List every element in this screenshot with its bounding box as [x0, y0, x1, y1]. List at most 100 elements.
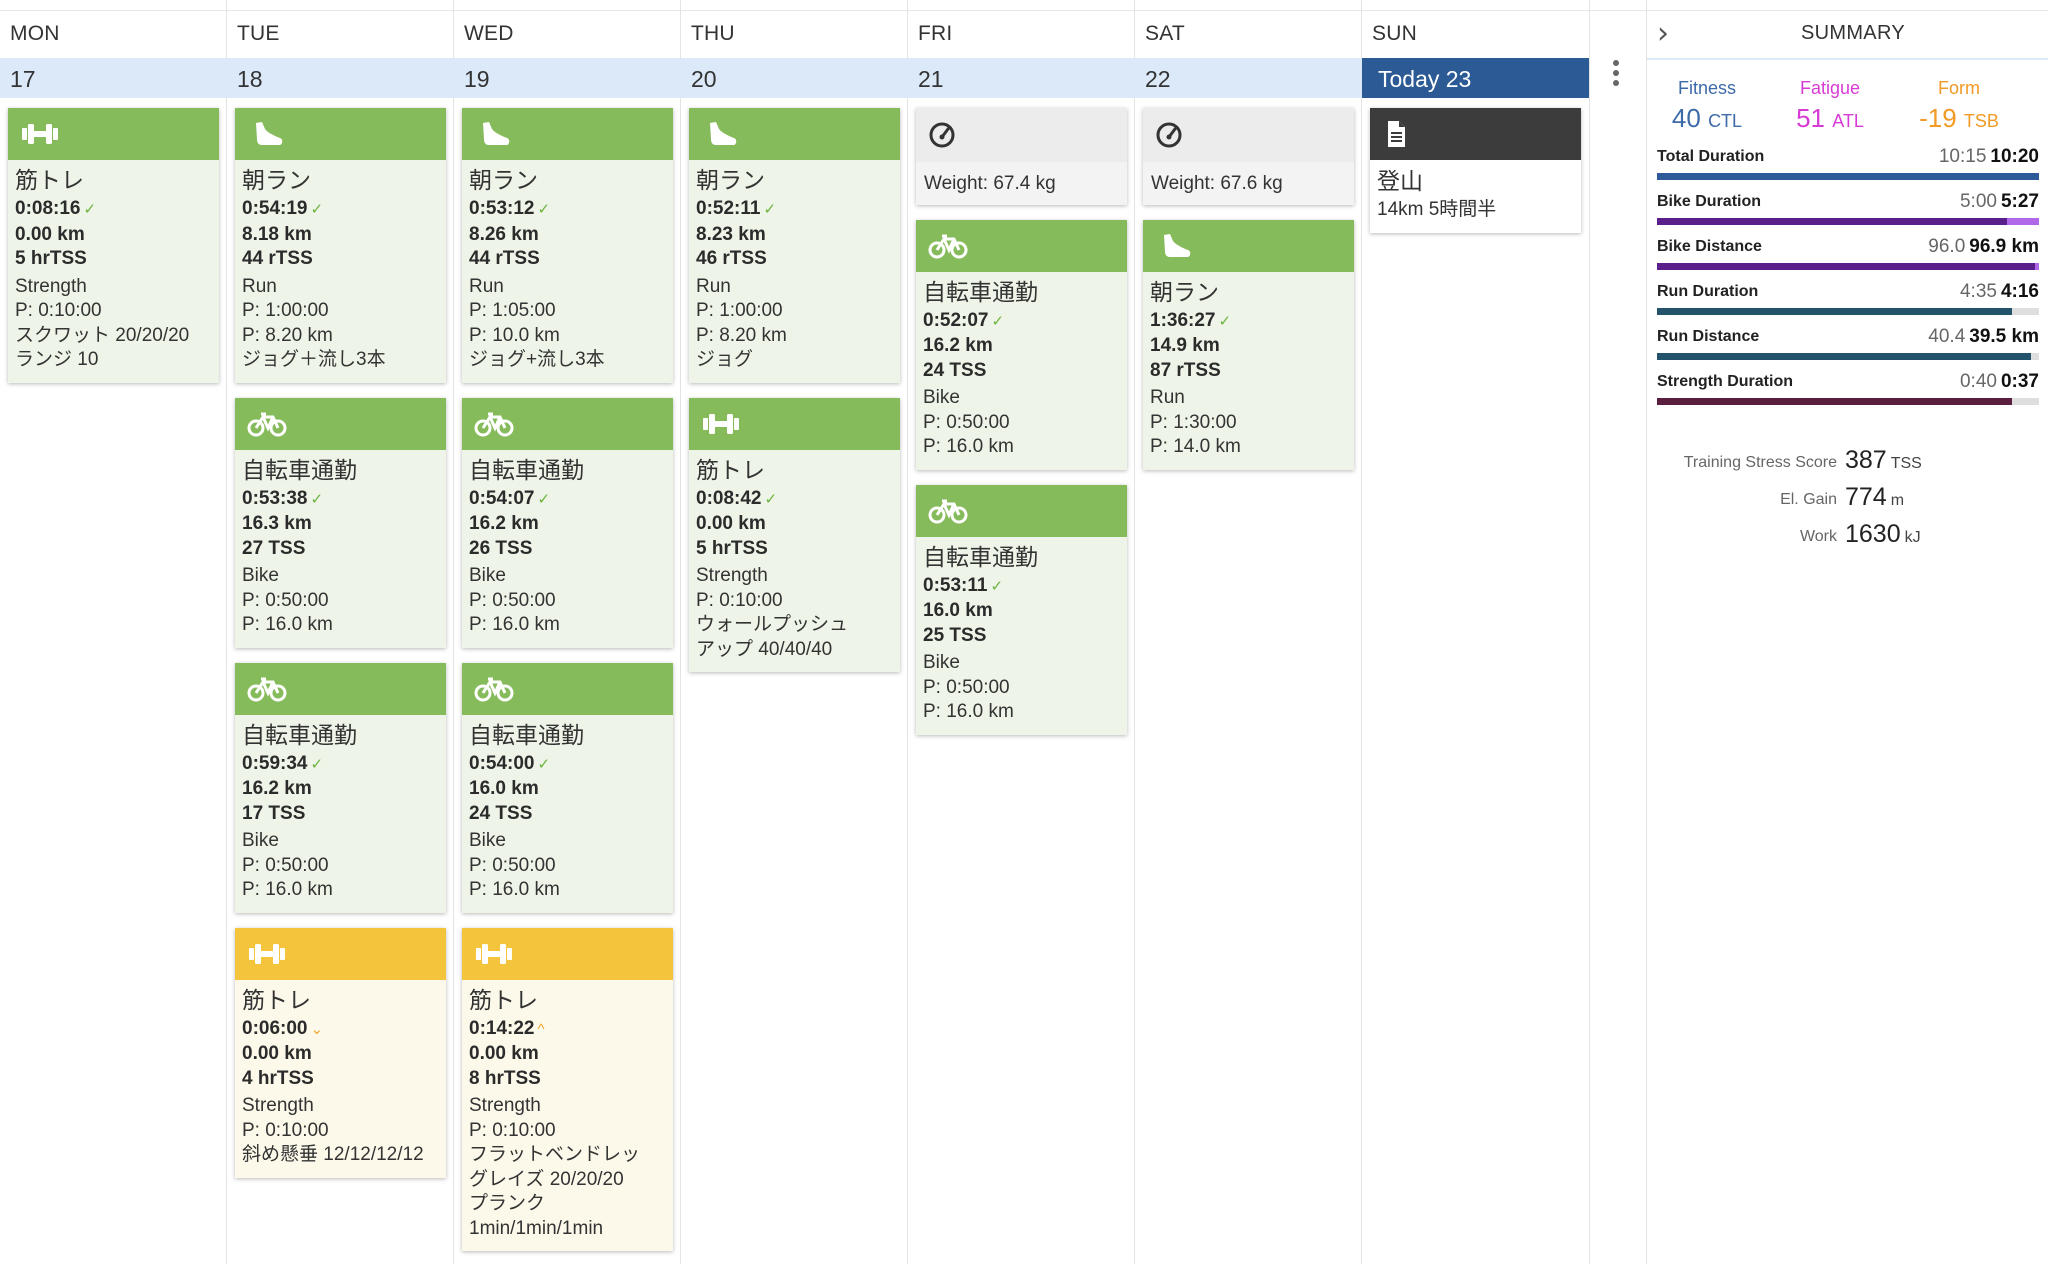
workout-type: Bike	[923, 387, 960, 408]
workout-tss: 25 TSS	[923, 624, 987, 646]
note-card[interactable]: 登山 14km 5時間半	[1370, 108, 1581, 233]
compliance-check-icon: ✓	[310, 755, 324, 773]
running-shoe-icon	[474, 120, 514, 148]
date-number: 20	[691, 66, 717, 92]
fitness-metric[interactable]: Fitness 40 CTL	[1647, 78, 1767, 134]
fatigue-value: 51 ATL	[1796, 103, 1864, 133]
workout-distance: 8.18 km	[242, 223, 312, 245]
card-header[interactable]	[689, 108, 900, 160]
planned-value: 96.0	[1928, 236, 1966, 257]
date-header[interactable]: 17	[0, 58, 227, 98]
card-header[interactable]	[462, 662, 673, 715]
workout-tss: 5 hrTSS	[15, 248, 87, 269]
duration-value: 0:08:16	[15, 198, 81, 219]
planned-value: P: 0:50:00	[923, 411, 1010, 433]
card-header[interactable]	[462, 927, 673, 980]
workout-card[interactable]: 自転車通勤 0:53:11 ✓ 16.0 km 25 TSS Bike P: 0:50:00…	[916, 484, 1127, 735]
workout-title: 朝ラン	[1150, 278, 1219, 305]
summary-bar-row[interactable]: Bike Duration 5:00 5:27	[1657, 191, 2048, 238]
bicycle-icon	[928, 232, 968, 260]
actual-value: 10:20	[1990, 146, 2039, 167]
workout-distance: 16.0 km	[923, 600, 993, 621]
chevron-right-icon[interactable]: ›	[1657, 16, 1669, 51]
date-header[interactable]: 21	[908, 58, 1135, 98]
weight-value: Weight: 67.6 kg	[1151, 173, 1283, 194]
workout-card[interactable]: 自転車通勤 0:54:00 ✓ 16.0 km 24 TSS Bike P: 0:50:00…	[462, 662, 673, 913]
form-metric[interactable]: Form -19 TSB	[1899, 78, 2019, 134]
duration-value: 0:52:11	[696, 198, 761, 219]
workout-title: 自転車通勤	[469, 456, 584, 483]
fatigue-metric[interactable]: Fatigue 51 ATL	[1770, 78, 1890, 134]
dumbbell-icon	[701, 410, 741, 438]
total-number: 1630	[1845, 520, 1901, 548]
date-number: 17	[10, 66, 36, 92]
compliance-check-icon: ✓	[310, 490, 324, 508]
planned-value: P: 0:10:00	[696, 589, 783, 611]
summary-bar-row[interactable]: Run Distance 40.4 39.5 km	[1657, 326, 2048, 373]
compliance-check-icon: ✓	[763, 201, 777, 218]
workout-distance: 16.2 km	[923, 335, 993, 356]
workout-tss: 46 rTSS	[696, 248, 767, 269]
form-value: -19 TSB	[1919, 103, 1999, 133]
workout-card[interactable]: 朝ラン 0:54:19 ✓ 8.18 km 44 rTSS Run P: 1:00:00 P:…	[235, 108, 446, 383]
card-header[interactable]	[689, 397, 900, 450]
workout-card[interactable]: 自転車通勤 0:52:07 ✓ 16.2 km 24 TSS Bike P: 0:50:00…	[916, 219, 1127, 470]
workout-type: Run	[696, 275, 731, 297]
date-header[interactable]: 19	[454, 58, 681, 98]
running-shoe-icon	[247, 120, 287, 148]
workout-card[interactable]: 自転車通勤 0:54:07 ✓ 16.2 km 26 TSS Bike P: 0:50:00…	[462, 397, 673, 648]
workout-tss: 27 TSS	[242, 537, 306, 559]
workout-card[interactable]: 朝ラン 0:53:12 ✓ 8.26 km 44 rTSS Run P: 1:05:00 P:…	[462, 108, 673, 383]
duration-value: 0:59:34	[242, 752, 308, 774]
card-header[interactable]	[8, 108, 219, 160]
workout-card[interactable]: 筋トレ 0:08:42 ✓ 0.00 km 5 hrTSS Strength P: 0:10…	[689, 397, 900, 672]
card-header[interactable]	[1143, 219, 1354, 272]
workout-card[interactable]: 筋トレ 0:08:16 ✓ 0.00 km 5 hrTSS Strength P: 0:10…	[8, 108, 219, 383]
date-header[interactable]: 22	[1135, 58, 1362, 98]
summary-bar-row[interactable]: Total Duration 10:15 10:20	[1657, 146, 2048, 193]
card-header[interactable]	[235, 927, 446, 980]
date-header[interactable]: 18	[227, 58, 454, 98]
workout-card[interactable]: 筋トレ 0:06:00 ⌄ 0.00 km 4 hrTSS Strength P: 0:10…	[235, 927, 446, 1178]
more-options-icon[interactable]	[1610, 60, 1622, 92]
duration-value: 0:53:38	[242, 487, 308, 509]
workout-card[interactable]: 自転車通勤 0:59:34 ✓ 16.2 km 17 TSS Bike P: 0:50:00…	[235, 662, 446, 913]
fitness-value: 40 CTL	[1671, 103, 1743, 133]
workout-type: Bike	[242, 565, 279, 586]
workout-distance: 14.9 km	[1150, 335, 1220, 356]
total-number: 774	[1845, 483, 1887, 511]
card-header[interactable]	[916, 108, 1127, 162]
workout-duration: 0:59:34 ✓	[242, 752, 439, 778]
workout-card[interactable]: 朝ラン 0:52:11 ✓ 8.23 km 46 rTSS Run P: 1:00:00 P:…	[689, 108, 900, 383]
workout-duration: 0:08:16 ✓	[15, 197, 212, 223]
workout-card[interactable]: 筋トレ 0:14:22 ^ 0.00 km 8 hrTSS Strength P: 0:10…	[462, 927, 673, 1251]
summary-bar-row[interactable]: Bike Distance 96.0 96.9 km	[1657, 236, 2048, 283]
metrics-card[interactable]: Weight: 67.6 kg	[1143, 108, 1354, 205]
workout-distance: 16.3 km	[242, 513, 312, 534]
workout-card[interactable]: 朝ラン 1:36:27 ✓ 14.9 km 87 rTSS Run P: 1:30:00 P:…	[1143, 219, 1354, 470]
workout-card[interactable]: 自転車通勤 0:53:38 ✓ 16.3 km 27 TSS Bike P: 0:50:00…	[235, 397, 446, 648]
day-column-fri: FRI 21 Weight: 67.4 kg 自転車通勤 0:52:07 ✓ 16.2 km…	[908, 0, 1135, 1264]
card-header[interactable]	[1370, 108, 1581, 160]
workout-type: Bike	[923, 652, 960, 673]
date-header[interactable]: 20	[681, 58, 908, 98]
planned-value: 5:00	[1959, 191, 1997, 212]
workout-note: フラットベンドレッ	[469, 1144, 641, 1165]
card-header[interactable]	[235, 662, 446, 715]
compliance-check-icon: ✓	[1218, 312, 1232, 330]
card-header[interactable]	[462, 108, 673, 160]
card-header[interactable]	[916, 219, 1127, 272]
card-header[interactable]	[1143, 108, 1354, 162]
date-number: 19	[464, 66, 490, 92]
workout-duration: 0:53:12 ✓	[469, 197, 666, 223]
card-header[interactable]	[235, 108, 446, 160]
metrics-card[interactable]: Weight: 67.4 kg	[916, 108, 1127, 205]
scale-gauge-icon	[928, 121, 968, 149]
date-header[interactable]: Today 23	[1362, 58, 1589, 98]
card-header[interactable]	[462, 397, 673, 450]
summary-bar-row[interactable]: Run Duration 4:35 4:16	[1657, 281, 2048, 328]
summary-bar-row[interactable]: Strength Duration 0:40 0:37	[1657, 371, 2048, 418]
card-header[interactable]	[916, 484, 1127, 537]
planned-value: P: 16.0 km	[923, 436, 1014, 457]
card-header[interactable]	[235, 397, 446, 450]
